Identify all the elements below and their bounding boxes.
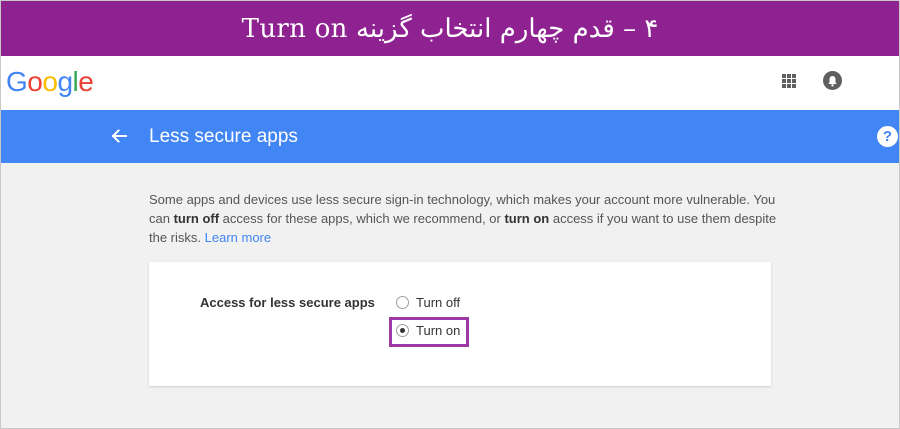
- learn-more-link[interactable]: Learn more: [205, 230, 271, 245]
- bell-icon[interactable]: [823, 71, 842, 90]
- radio-checked-icon[interactable]: [396, 324, 409, 337]
- radio-turn-on[interactable]: Turn on: [396, 323, 460, 338]
- screenshot-frame: ۴ – قدم چهارم انتخاب گزینه Turn on Googl…: [0, 0, 900, 429]
- page-toolbar: Less secure apps ?: [1, 110, 899, 163]
- radio-unchecked-icon[interactable]: [396, 296, 409, 309]
- logo-letter: g: [57, 66, 73, 97]
- main-content: Some apps and devices use less secure si…: [1, 163, 899, 428]
- page-title: Less secure apps: [149, 126, 298, 147]
- logo-letter: o: [42, 66, 58, 97]
- logo-letter: G: [6, 66, 28, 97]
- help-icon[interactable]: ?: [877, 126, 898, 147]
- radio-label: Turn off: [416, 295, 461, 310]
- logo-letter: e: [78, 66, 94, 97]
- settings-card: Access for less secure apps Turn off Tur…: [149, 262, 771, 386]
- tutorial-banner: ۴ – قدم چهارم انتخاب گزینه Turn on: [1, 1, 899, 56]
- setting-label: Access for less secure apps: [200, 295, 375, 310]
- banner-title: ۴ – قدم چهارم انتخاب گزینه Turn on: [241, 13, 659, 44]
- logo-letter: o: [27, 66, 43, 97]
- description-bold: turn off: [173, 211, 220, 226]
- description-part: access for these apps, which we recommen…: [219, 211, 505, 226]
- radio-turn-off[interactable]: Turn off: [396, 295, 460, 310]
- radio-label: Turn on: [416, 323, 461, 338]
- google-header: Google: [1, 56, 899, 110]
- apps-grid-icon[interactable]: [782, 74, 796, 88]
- description-bold: turn on: [504, 211, 550, 226]
- description-text: Some apps and devices use less secure si…: [149, 190, 779, 247]
- google-logo[interactable]: Google: [6, 66, 94, 97]
- back-arrow-icon[interactable]: [108, 125, 130, 147]
